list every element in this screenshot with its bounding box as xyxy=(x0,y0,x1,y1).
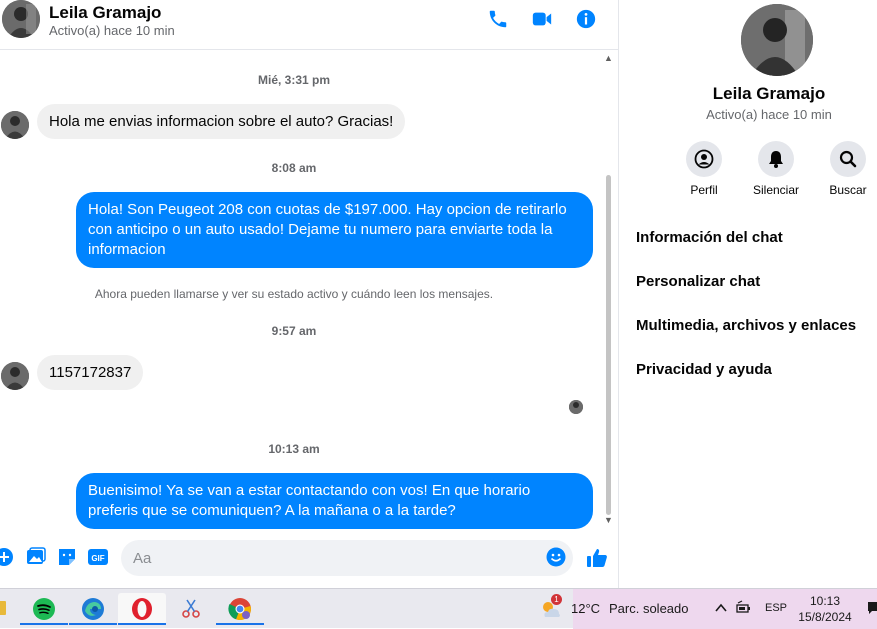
read-receipt-avatar xyxy=(569,400,583,414)
menu-chat-info[interactable]: Información del chat xyxy=(636,229,783,246)
video-camera-icon[interactable] xyxy=(531,8,553,30)
timestamp: 8:08 am xyxy=(271,161,317,175)
chat-pane: Leila Gramajo Activo(a) hace 10 min Mié,… xyxy=(0,0,619,588)
taskbar-edge[interactable] xyxy=(69,593,117,625)
snipping-tool-icon xyxy=(182,599,200,618)
plus-icon[interactable] xyxy=(0,547,14,567)
scroll-down-arrow[interactable]: ▼ xyxy=(604,516,613,525)
profile-button[interactable]: Perfil xyxy=(674,141,734,197)
emoji-icon[interactable] xyxy=(546,547,566,567)
scroll-up-arrow[interactable]: ▲ xyxy=(604,54,613,63)
running-indicator xyxy=(118,623,166,625)
search-button[interactable]: Buscar xyxy=(818,141,877,197)
sticker-icon[interactable] xyxy=(57,547,77,567)
gif-icon[interactable]: GIF xyxy=(88,547,108,567)
timestamp: Mié, 3:31 pm xyxy=(257,73,331,87)
running-indicator xyxy=(20,623,68,625)
info-icon[interactable] xyxy=(575,8,597,30)
timestamp: 9:57 am xyxy=(271,324,317,338)
chat-header: Leila Gramajo Activo(a) hace 10 min xyxy=(0,0,618,50)
contact-name[interactable]: Leila Gramajo xyxy=(49,3,161,23)
message-input[interactable] xyxy=(121,540,573,576)
weather-icon[interactable]: 1 xyxy=(539,594,563,621)
edge-icon xyxy=(82,598,104,620)
outgoing-message[interactable]: Buenisimo! Ya se van a estar contactando… xyxy=(76,473,593,529)
mute-button[interactable]: Silenciar xyxy=(746,141,806,197)
bell-icon xyxy=(758,141,794,177)
mute-label: Silenciar xyxy=(752,183,800,197)
menu-media-files-links[interactable]: Multimedia, archivos y enlaces xyxy=(636,317,856,334)
contact-status: Activo(a) hace 10 min xyxy=(49,23,175,38)
phone-icon[interactable] xyxy=(487,8,509,30)
taskbar-snipping-tool[interactable] xyxy=(167,593,215,625)
weather-text: Parc. soleado xyxy=(609,601,689,616)
running-indicator xyxy=(216,623,264,625)
menu-privacy-help[interactable]: Privacidad y ayuda xyxy=(636,361,772,378)
search-label: Buscar xyxy=(829,183,867,197)
timestamp: 10:13 am xyxy=(268,442,320,456)
image-icon[interactable] xyxy=(26,547,46,567)
sender-avatar[interactable] xyxy=(1,111,29,139)
clock-date: 15/8/2024 xyxy=(798,610,852,624)
profile-avatar[interactable] xyxy=(741,4,813,76)
taskbar-opera[interactable] xyxy=(118,593,166,625)
taskbar-chrome[interactable] xyxy=(216,593,264,625)
clock[interactable]: 10:13 15/8/2024 xyxy=(795,593,855,625)
gif-label: GIF xyxy=(91,554,104,563)
spotify-icon xyxy=(33,598,55,620)
incoming-message[interactable]: Hola me envias informacion sobre el auto… xyxy=(37,104,406,139)
sender-avatar[interactable] xyxy=(1,362,29,390)
contact-avatar[interactable] xyxy=(2,0,40,38)
notification-icon[interactable] xyxy=(867,601,877,615)
outgoing-message[interactable]: Hola! Son Peugeot 208 con cuotas de $197… xyxy=(76,192,593,268)
language-indicator[interactable]: ESP xyxy=(765,602,787,614)
temperature: 12°C xyxy=(571,601,601,616)
taskbar-spotify[interactable] xyxy=(20,593,68,625)
taskbar: 1 12°C Parc. soleado ESP 10:13 15/8/2024 xyxy=(0,588,877,629)
running-indicator xyxy=(69,623,117,625)
file-explorer-icon[interactable] xyxy=(0,601,6,615)
search-icon xyxy=(830,141,866,177)
chrome-icon xyxy=(228,598,251,621)
system-notice: Ahora pueden llamarse y ver su estado ac… xyxy=(94,287,494,301)
weather-badge: 1 xyxy=(551,594,562,605)
chat-details-panel: Leila Gramajo Activo(a) hace 10 min Perf… xyxy=(619,0,877,588)
chevron-up-icon[interactable] xyxy=(714,601,728,615)
incoming-message[interactable]: 1157172837 xyxy=(37,355,144,390)
scrollbar-thumb[interactable] xyxy=(606,175,611,515)
thumbs-up-icon[interactable] xyxy=(586,547,608,569)
battery-network-icon[interactable] xyxy=(736,600,754,616)
opera-icon xyxy=(132,598,152,620)
profile-icon xyxy=(686,141,722,177)
profile-status: Activo(a) hace 10 min xyxy=(706,107,832,122)
profile-name: Leila Gramajo xyxy=(712,84,826,103)
profile-label: Perfil xyxy=(690,183,718,197)
menu-customize-chat[interactable]: Personalizar chat xyxy=(636,273,760,290)
clock-time: 10:13 xyxy=(809,594,841,608)
